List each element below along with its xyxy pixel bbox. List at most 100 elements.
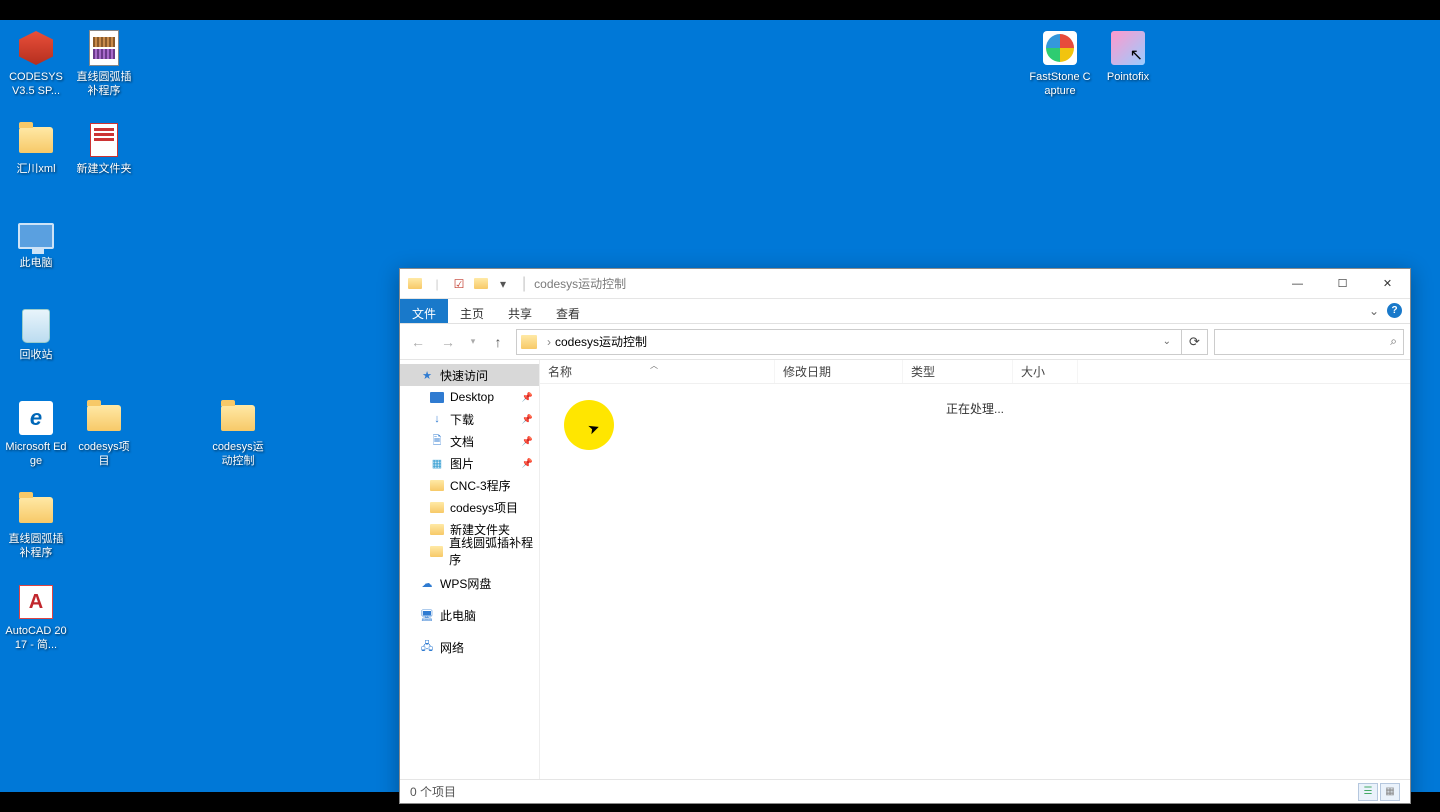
nav-label: 直线圆弧插补程序 — [449, 534, 539, 568]
navigation-pane[interactable]: ★ 快速访问 Desktop 📌 ↓ 下载 📌 🗎 文档 📌 — [400, 360, 540, 779]
properties-icon[interactable]: ☑ — [450, 275, 468, 293]
cloud-icon: ☁ — [420, 576, 434, 590]
pointofix-icon — [1108, 28, 1148, 68]
search-icon: ⌕ — [1390, 334, 1397, 349]
desktop-icon-autocad[interactable]: A AutoCAD 2017 - 简... — [4, 582, 68, 653]
icon-label: Microsoft Edge — [4, 440, 68, 469]
address-bar-row: ← → ▾ ↑ › codesys运动控制 ⌄ ⟳ ⌕ — [400, 324, 1410, 360]
item-count: 0 个项目 — [410, 783, 456, 800]
file-list-area[interactable]: 名称 ︿ 修改日期 类型 大小 正在处理... ➤ — [540, 360, 1410, 779]
maximize-button[interactable]: ☐ — [1320, 269, 1365, 298]
nav-wps[interactable]: ☁ WPS网盘 — [400, 572, 539, 594]
nav-recent-dropdown[interactable]: ▾ — [466, 330, 480, 354]
nav-documents[interactable]: 🗎 文档 📌 — [400, 430, 539, 452]
column-headers: 名称 ︿ 修改日期 类型 大小 — [540, 360, 1410, 384]
nav-arc[interactable]: 直线圆弧插补程序 — [400, 540, 539, 562]
explorer-window: | ☑ ▾ | codesys运动控制 — ☐ ✕ 文件 主页 共享 查看 ⌄ … — [399, 268, 1411, 804]
breadcrumb-current[interactable]: codesys运动控制 — [555, 333, 647, 350]
folder-icon — [16, 120, 56, 160]
pin-icon: 📌 — [522, 414, 533, 425]
icon-label: codesys运动控制 — [206, 440, 270, 469]
col-size[interactable]: 大小 — [1013, 360, 1078, 383]
desktop-icon-arc-prog2[interactable]: 直线圆弧插补程序 — [4, 490, 68, 561]
icon-label: AutoCAD 2017 - 简... — [4, 624, 68, 653]
pin-icon: 📌 — [522, 458, 533, 469]
tab-file[interactable]: 文件 — [400, 299, 448, 323]
address-dropdown-icon[interactable]: ⌄ — [1157, 336, 1177, 347]
col-label: 名称 — [548, 363, 572, 380]
nav-network[interactable]: 🖧 网络 — [400, 636, 539, 658]
tab-share[interactable]: 共享 — [496, 299, 544, 323]
folder-icon — [406, 275, 424, 293]
nav-label: codesys项目 — [450, 499, 518, 516]
folder-icon — [430, 524, 444, 535]
pin-icon: 📌 — [522, 436, 533, 447]
desktop-icon-edge[interactable]: e Microsoft Edge — [4, 398, 68, 469]
desktop-icon-recycle[interactable]: 回收站 — [4, 306, 68, 362]
title-separator: | — [518, 275, 530, 293]
network-icon: 🖧 — [420, 640, 434, 654]
icon-label: 直线圆弧插补程序 — [4, 532, 68, 561]
recycle-bin-icon — [16, 306, 56, 346]
nav-desktop[interactable]: Desktop 📌 — [400, 386, 539, 408]
icon-label: 汇川xml — [4, 162, 68, 176]
col-label: 大小 — [1021, 363, 1045, 380]
close-button[interactable]: ✕ — [1365, 269, 1410, 298]
nav-up-button[interactable]: ↑ — [486, 330, 510, 354]
view-details-button[interactable]: ☰ — [1358, 783, 1378, 801]
col-name[interactable]: 名称 ︿ — [540, 360, 775, 383]
ribbon-expand-icon[interactable]: ⌄ — [1369, 304, 1379, 318]
star-icon: ★ — [420, 368, 434, 382]
nav-pictures[interactable]: ▦ 图片 📌 — [400, 452, 539, 474]
nav-back-button[interactable]: ← — [406, 330, 430, 354]
desktop-icon-arc-prog[interactable]: 直线圆弧插补程序 — [72, 28, 136, 99]
pc-icon: 🖥 — [420, 608, 434, 622]
desktop-icon-this-pc[interactable]: 此电脑 — [4, 214, 68, 270]
desktop-icon-new-folder[interactable]: 新建文件夹 — [72, 120, 136, 176]
refresh-button[interactable]: ⟳ — [1182, 329, 1208, 355]
desktop-icon-pointofix[interactable]: Pointofix — [1096, 28, 1160, 84]
minimize-button[interactable]: — — [1275, 269, 1320, 298]
nav-quick-access[interactable]: ★ 快速访问 — [400, 364, 539, 386]
desktop[interactable]: CODESYS V3.5 SP... 直线圆弧插补程序 汇川xml 新建文件夹 … — [0, 20, 1440, 792]
nav-label: 图片 — [450, 455, 474, 472]
document-icon — [84, 120, 124, 160]
help-icon[interactable]: ? — [1387, 303, 1402, 318]
desktop-icon-codesys-sp[interactable]: CODESYS V3.5 SP... — [4, 28, 68, 99]
pictures-icon: ▦ — [430, 456, 444, 470]
nav-downloads[interactable]: ↓ 下载 📌 — [400, 408, 539, 430]
qat-divider: | — [428, 275, 446, 293]
quick-access-toolbar: | ☑ ▾ — [400, 275, 518, 293]
col-type[interactable]: 类型 — [903, 360, 1013, 383]
icon-label: CODESYS V3.5 SP... — [4, 70, 68, 99]
nav-cnc[interactable]: CNC-3程序 — [400, 474, 539, 496]
address-bar[interactable]: › codesys运动控制 ⌄ — [516, 329, 1182, 355]
desktop-icon-codesys-motion[interactable]: codesys运动控制 — [206, 398, 270, 469]
nav-label: WPS网盘 — [440, 575, 491, 592]
processing-text: 正在处理... — [946, 400, 1004, 417]
desktop-icon-huichuan[interactable]: 汇川xml — [4, 120, 68, 176]
folder-icon — [430, 502, 444, 513]
view-large-button[interactable]: ▦ — [1380, 783, 1400, 801]
nav-codesys-proj[interactable]: codesys项目 — [400, 496, 539, 518]
nav-this-pc[interactable]: 🖥 此电脑 — [400, 604, 539, 626]
sort-indicator-icon: ︿ — [650, 360, 658, 371]
col-date[interactable]: 修改日期 — [775, 360, 903, 383]
tab-view[interactable]: 查看 — [544, 299, 592, 323]
desktop-icon — [430, 392, 444, 403]
desktop-icon-codesys-proj[interactable]: codesys项目 — [72, 398, 136, 469]
titlebar[interactable]: | ☑ ▾ | codesys运动控制 — ☐ ✕ — [400, 269, 1410, 299]
tab-home[interactable]: 主页 — [448, 299, 496, 323]
folder-icon — [84, 398, 124, 438]
desktop-icon-faststone[interactable]: FastStone Capture — [1028, 28, 1092, 99]
status-bar: 0 个项目 ☰ ▦ — [400, 779, 1410, 803]
icon-label: 回收站 — [4, 348, 68, 362]
nav-forward-button[interactable]: → — [436, 330, 460, 354]
document-icon: 🗎 — [430, 434, 444, 448]
qat-dropdown-icon[interactable]: ▾ — [494, 275, 512, 293]
icon-label: 新建文件夹 — [72, 162, 136, 176]
folder-icon[interactable] — [472, 275, 490, 293]
search-input[interactable]: ⌕ — [1214, 329, 1404, 355]
nav-label: 文档 — [450, 433, 474, 450]
nav-label: CNC-3程序 — [450, 477, 511, 494]
